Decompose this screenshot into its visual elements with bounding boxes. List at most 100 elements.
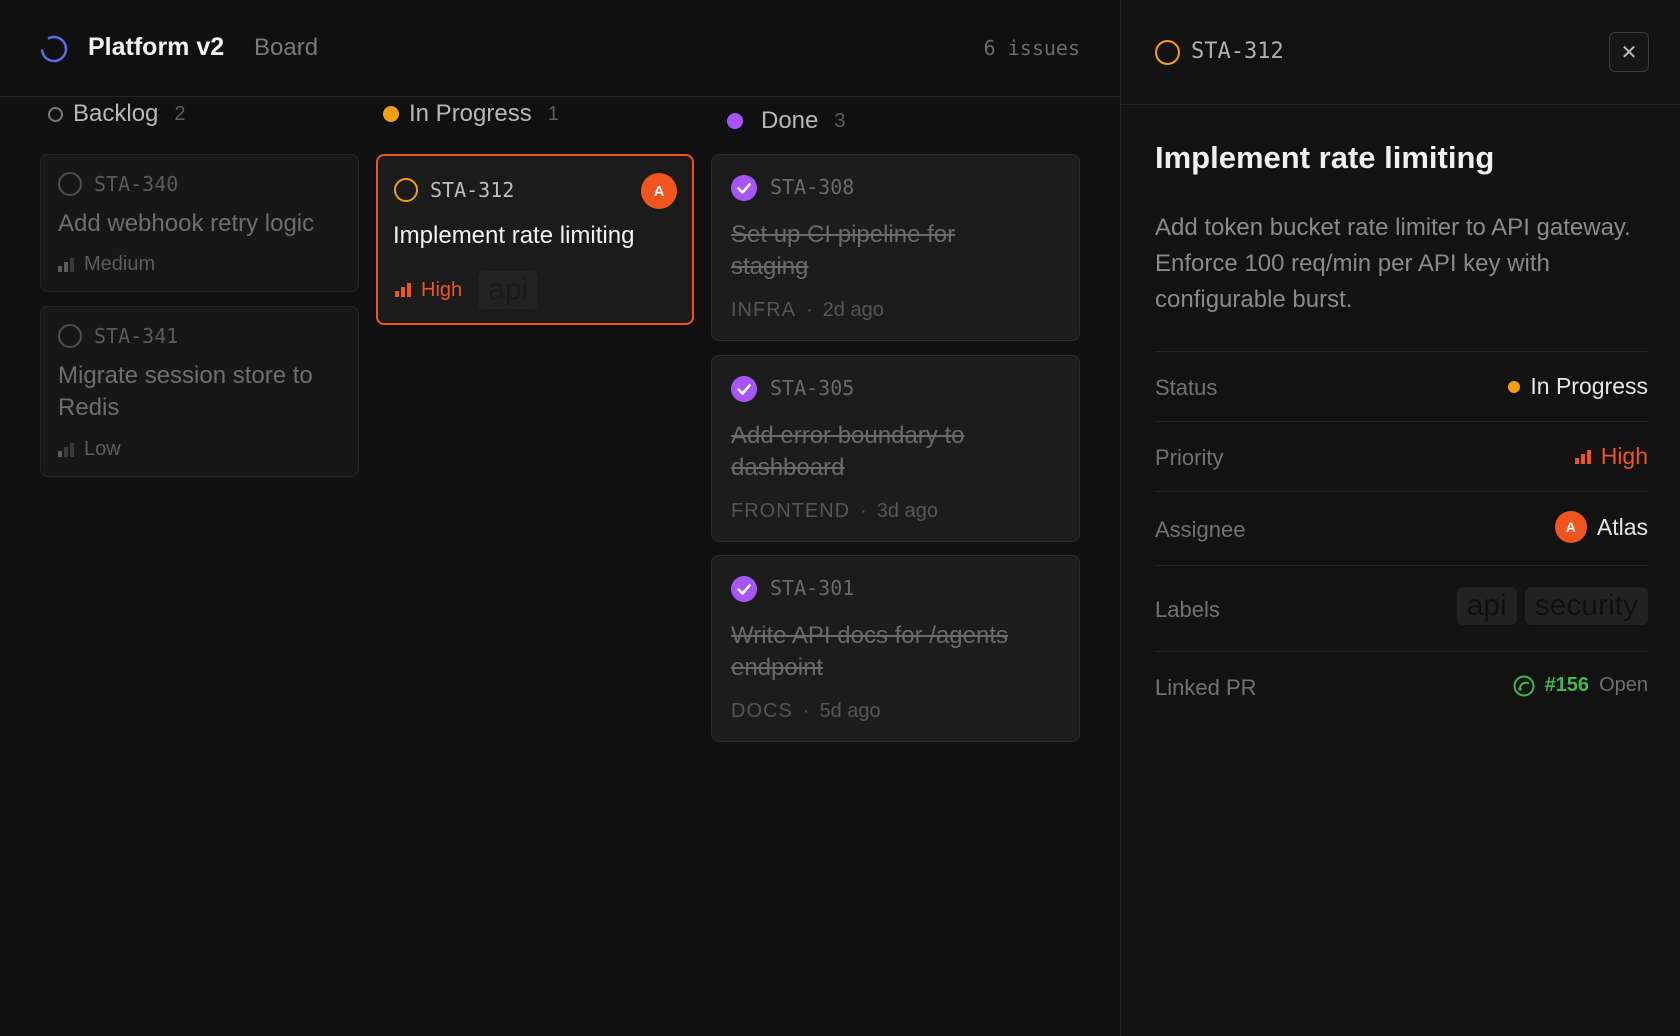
status-value[interactable]: In Progress (1508, 373, 1648, 400)
board-header: Platform v2 Board 6 issues (0, 0, 1120, 97)
project-status-icon (40, 35, 68, 63)
issue-title-line: Redis (58, 394, 120, 421)
issue-detail-panel: STA-312 ✕ Implement rate limiting Add to… (1120, 0, 1680, 1036)
issue-count: 6 issues (983, 36, 1080, 60)
close-panel-button[interactable]: ✕ (1609, 32, 1649, 72)
pull-request-icon (1513, 675, 1535, 696)
in-progress-status-icon[interactable] (1155, 40, 1180, 65)
column-header-in-progress: In Progress 1 (383, 100, 559, 128)
property-row-priority: Priority High (1155, 421, 1648, 491)
label-chip[interactable]: api (1456, 587, 1517, 625)
meta-separator: · (802, 700, 810, 722)
panel-issue-title[interactable]: Implement rate limiting (1155, 140, 1494, 176)
issue-card-sta-308[interactable]: STA-308 Set up CI pipeline for staging I… (711, 154, 1080, 341)
issue-title: Implement rate limiting (393, 222, 635, 249)
project-tag: INFRA (731, 299, 796, 321)
issue-title-line: dashboard (731, 454, 845, 481)
priority-bars-icon (58, 442, 74, 457)
issue-meta: High api (395, 271, 539, 309)
issue-meta: FRONTEND · 3d ago (731, 500, 938, 523)
panel-issue-description[interactable]: Add token bucket rate limiter to API gat… (1155, 210, 1645, 318)
priority-label: Low (84, 438, 121, 460)
issue-age: 3d ago (876, 500, 938, 522)
issue-card-sta-305[interactable]: STA-305 Add error boundary to dashboard … (711, 355, 1080, 542)
issue-meta: Medium (58, 253, 155, 276)
priority-bars-icon (1574, 449, 1591, 464)
issue-title: Write API docs for /agents endpoint (731, 620, 1008, 684)
column-count: 1 (547, 102, 559, 125)
issue-card-sta-301[interactable]: STA-301 Write API docs for /agents endpo… (711, 555, 1080, 742)
property-label: Assignee (1155, 517, 1246, 542)
column-count: 2 (174, 102, 186, 125)
assignee-avatar[interactable]: A (641, 173, 677, 209)
view-name[interactable]: Board (254, 34, 318, 62)
board: Platform v2 Board 6 issues Backlog 2 In … (0, 0, 1120, 1036)
issue-title-line: staging (731, 253, 809, 280)
issue-id: STA-312 (430, 178, 515, 202)
issue-title-line: Migrate session store to (58, 362, 313, 389)
priority-text: High (1600, 443, 1648, 469)
property-label: Priority (1155, 445, 1224, 470)
issue-card-sta-340[interactable]: STA-340 Add webhook retry logic Medium (40, 154, 359, 292)
property-row-linked-pr: Linked PR #156 Open (1155, 651, 1648, 721)
column-header-backlog: Backlog 2 (48, 100, 186, 128)
meta-separator: · (860, 500, 867, 522)
issue-title-line: Set up CI pipeline for (731, 221, 956, 248)
project-tag: DOCS (731, 700, 793, 722)
assignee-name: Atlas (1596, 513, 1648, 540)
done-check-icon (731, 175, 757, 201)
panel-issue-id: STA-312 (1191, 39, 1284, 64)
in-progress-status-icon (383, 106, 399, 122)
panel-header: STA-312 ✕ (1121, 0, 1680, 105)
issue-title: Add webhook retry logic (58, 210, 315, 237)
issue-title-line: Add error boundary to (731, 422, 965, 449)
close-icon: ✕ (1620, 41, 1638, 64)
label-chip[interactable]: security (1524, 587, 1648, 625)
priority-label: Medium (84, 253, 156, 275)
issue-title: Migrate session store to Redis (58, 360, 313, 424)
priority-label: High (421, 278, 463, 301)
issue-meta: INFRA · 2d ago (731, 299, 884, 322)
priority-value[interactable]: High (1574, 443, 1648, 470)
meta-separator: · (806, 299, 813, 321)
issue-card-sta-312[interactable]: STA-312 A Implement rate limiting High a… (376, 154, 694, 325)
backlog-status-icon (58, 172, 82, 196)
property-label: Labels (1155, 597, 1220, 622)
issue-title-line: Write API docs for /agents (731, 622, 1009, 649)
issue-age: 2d ago (822, 299, 884, 321)
priority-bars-icon (58, 257, 74, 272)
pr-state: Open (1599, 674, 1648, 696)
column-title: Done (761, 107, 819, 134)
done-check-icon (731, 576, 757, 602)
in-progress-status-icon (1508, 380, 1521, 393)
issue-age: 5d ago (819, 700, 881, 722)
labels-value: api security (1456, 587, 1648, 625)
linked-pr-value[interactable]: #156 Open (1513, 674, 1648, 697)
issue-id: STA-305 (770, 376, 855, 400)
column-header-done: Done 3 (727, 107, 846, 135)
assignee-value[interactable]: A Atlas (1554, 511, 1648, 543)
backlog-status-icon (48, 106, 63, 122)
issue-card-sta-341[interactable]: STA-341 Migrate session store to Redis L… (40, 306, 359, 477)
assignee-avatar: A (1554, 511, 1587, 543)
app-root: Platform v2 Board 6 issues Backlog 2 In … (0, 0, 1680, 1036)
issue-meta: DOCS · 5d ago (731, 700, 881, 723)
issue-meta: Low (58, 438, 121, 461)
property-row-labels: Labels api security (1155, 565, 1648, 651)
project-tag: FRONTEND (731, 500, 851, 522)
project-name[interactable]: Platform v2 (88, 33, 224, 62)
in-progress-status-icon (394, 178, 418, 202)
column-title: Backlog (73, 100, 159, 127)
property-row-status: Status In Progress (1155, 351, 1648, 421)
issue-title-line: endpoint (731, 654, 824, 681)
pr-number: #156 (1544, 674, 1590, 696)
done-check-icon (731, 376, 757, 402)
issue-id: STA-341 (94, 324, 179, 348)
issue-id: STA-301 (770, 576, 855, 600)
status-text: In Progress (1530, 373, 1648, 399)
issue-title: Add error boundary to dashboard (731, 420, 964, 484)
property-row-assignee: Assignee A Atlas (1155, 491, 1648, 565)
column-title: In Progress (409, 100, 532, 127)
label-chip[interactable]: api (478, 271, 539, 309)
issue-title: Set up CI pipeline for staging (731, 219, 955, 283)
